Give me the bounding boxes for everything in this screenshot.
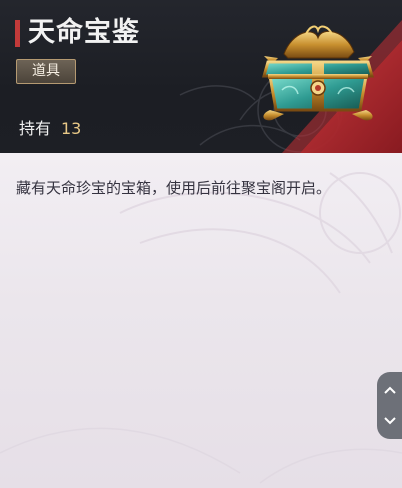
scroll-down-button[interactable] [377, 406, 402, 436]
treasure-chest-icon [262, 25, 374, 121]
title-accent-bar [15, 20, 20, 47]
chevron-up-icon [383, 386, 396, 394]
scroll-up-button[interactable] [377, 375, 402, 405]
background-ornament [0, 172, 402, 484]
item-detail-panel: 天命宝鉴 道具 持有 13 藏有天命珍宝的宝箱，使用后前往聚宝阁开启。 [0, 0, 402, 488]
chevron-down-icon [383, 417, 396, 425]
owned-label: 持有 [19, 119, 52, 138]
item-title: 天命宝鉴 [28, 17, 140, 48]
item-header: 天命宝鉴 道具 持有 13 [0, 0, 402, 153]
scroll-control [377, 372, 402, 439]
item-description: 藏有天命珍宝的宝箱，使用后前往聚宝阁开启。 [16, 179, 332, 197]
owned-count: 13 [61, 119, 82, 138]
item-description-area: 藏有天命珍宝的宝箱，使用后前往聚宝阁开启。 [0, 153, 402, 488]
item-type-badge: 道具 [16, 59, 76, 84]
